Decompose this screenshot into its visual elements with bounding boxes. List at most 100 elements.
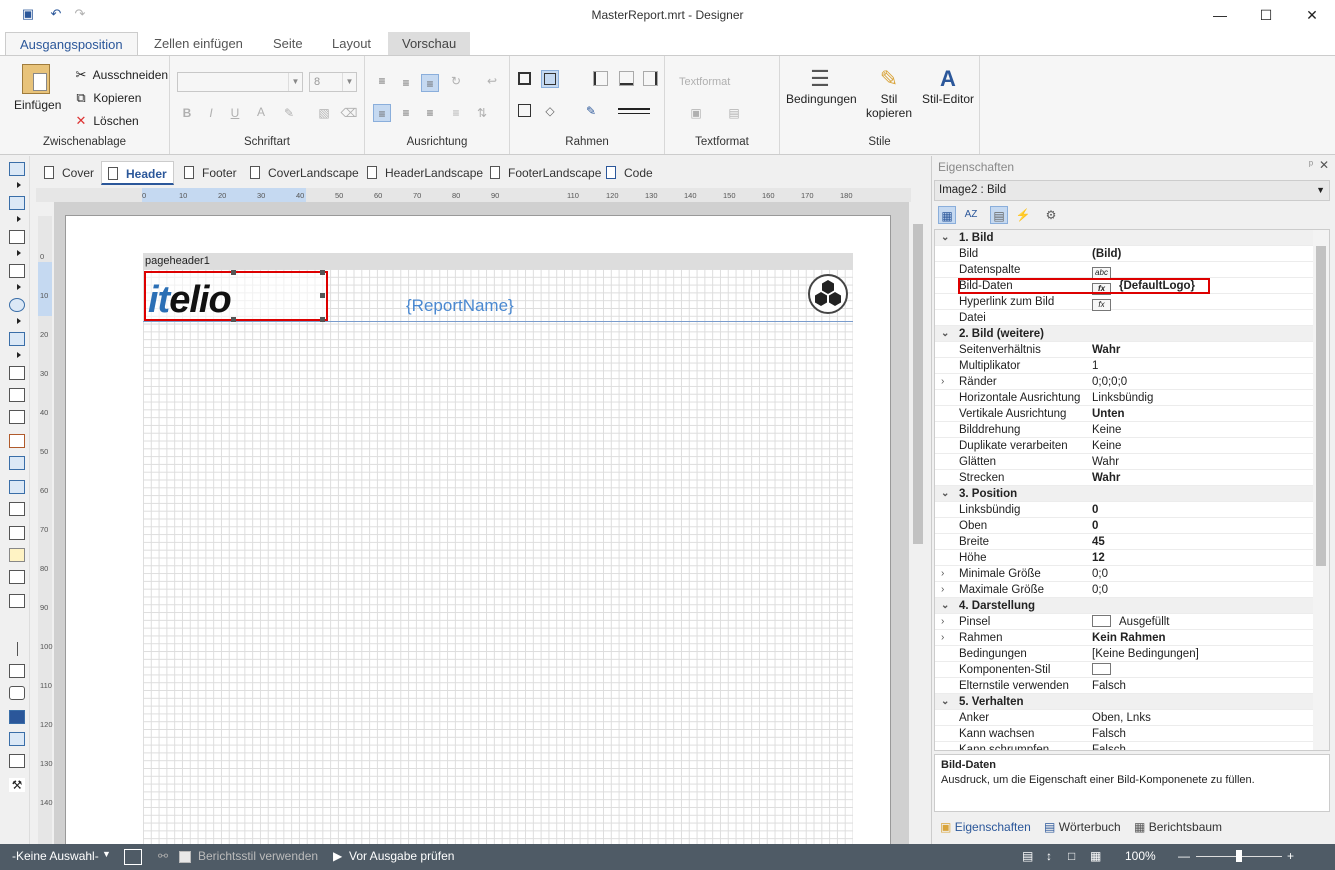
page-grid[interactable] (143, 269, 853, 844)
align-center-icon[interactable]: ≡ (397, 104, 415, 122)
tab-berichtsbaum[interactable]: ▦ Berichtsbaum (1134, 820, 1222, 834)
sysvar-tool-icon[interactable] (9, 434, 25, 448)
minimize-button[interactable]: — (1197, 0, 1243, 30)
form-tool-icon[interactable] (9, 526, 25, 540)
collapse-icon[interactable]: ⌄ (941, 326, 949, 342)
expand-icon[interactable]: › (941, 614, 944, 630)
property-value[interactable]: 0;0 (1092, 582, 1108, 598)
property-row[interactable]: Strecken Wahr (935, 470, 1313, 486)
expand-arrow-icon[interactable] (17, 318, 21, 324)
property-row[interactable]: Datei (935, 310, 1313, 326)
expand-icon[interactable]: › (941, 374, 944, 390)
underline-button[interactable]: U (226, 104, 244, 122)
property-row[interactable]: Kann wachsen Falsch (935, 726, 1313, 742)
copy-style-button[interactable]: ✎ Stil kopieren (862, 66, 916, 120)
expand-arrow-icon[interactable] (17, 352, 21, 358)
richtext-tool-icon[interactable] (9, 388, 25, 402)
style-editor-button[interactable]: A Stil-Editor (920, 66, 976, 106)
property-value[interactable]: Wahr (1092, 342, 1120, 358)
band-header[interactable]: pageheader1 (143, 253, 853, 269)
scroll-thumb[interactable] (1316, 246, 1326, 566)
align-bottom-icon[interactable]: ≡ (421, 74, 439, 92)
property-row[interactable]: Bild (Bild) (935, 246, 1313, 262)
property-row[interactable]: Elternstile verwenden Falsch (935, 678, 1313, 694)
tab-page-coverlandscape[interactable]: CoverLandscape (250, 161, 359, 185)
color-swatch-icon[interactable] (1092, 615, 1111, 627)
property-row[interactable]: › Pinsel Ausgefüllt (935, 614, 1313, 630)
barcode2-tool-icon[interactable] (9, 570, 25, 584)
property-row[interactable]: Horizontale Ausrichtung Linksbündig (935, 390, 1313, 406)
dropdown-icon[interactable]: ▼ (102, 849, 111, 859)
tab-zellen-einfuegen[interactable]: Zellen einfügen (140, 32, 257, 55)
property-category[interactable]: ⌄ 5. Verhalten (935, 694, 1313, 710)
canvas-scrollbar[interactable] (910, 202, 927, 844)
collapse-icon[interactable]: ⌄ (941, 598, 949, 614)
property-value[interactable]: 0;0 (1092, 566, 1108, 582)
align-left-icon[interactable]: ≡ (373, 104, 391, 122)
check-before-output[interactable]: Vor Ausgabe prüfen (349, 849, 454, 863)
zoom-100-icon[interactable]: ▦ (1090, 849, 1101, 863)
property-value[interactable]: Keine (1092, 438, 1121, 454)
tab-seite[interactable]: Seite (259, 32, 317, 55)
property-value[interactable]: Kein Rahmen (1092, 630, 1166, 646)
wrap-icon[interactable]: ↩ (483, 72, 501, 90)
property-category[interactable]: ⌄ 3. Position (935, 486, 1313, 502)
property-value[interactable]: Oben, Lnks (1092, 710, 1151, 726)
close-icon[interactable]: ✕ (1319, 158, 1329, 172)
property-row[interactable]: Anker Oben, Lnks (935, 710, 1313, 726)
categorized-icon[interactable]: ▦ (938, 206, 956, 224)
font-size-combo[interactable]: 8 ▼ (309, 72, 357, 92)
property-row[interactable]: Bedingungen [Keine Bedingungen] (935, 646, 1313, 662)
delete-button[interactable]: ✕ Löschen (72, 112, 139, 130)
property-category[interactable]: ⌄ 1. Bild (935, 230, 1313, 246)
property-row[interactable]: Kann schrumpfen Falsch (935, 742, 1313, 750)
image-component-logo[interactable]: itelio (144, 270, 328, 322)
property-value[interactable]: 12 (1092, 550, 1105, 566)
format2-icon[interactable]: ▤ (725, 104, 743, 122)
paste-button[interactable]: Einfügen (14, 64, 61, 112)
property-value[interactable]: [Keine Bedingungen] (1092, 646, 1199, 662)
property-category[interactable]: ⌄ 4. Darstellung (935, 598, 1313, 614)
zoom-slider-thumb[interactable] (1236, 850, 1242, 862)
align-middle-icon[interactable]: ≡ (397, 74, 415, 92)
border-color-icon[interactable]: ✎ (582, 102, 600, 120)
border-frame-icon[interactable] (518, 104, 531, 117)
sort-alpha-icon[interactable]: AZ (962, 206, 980, 224)
rounded-rect-tool-icon[interactable] (9, 686, 25, 700)
settings-icon[interactable]: ⚙ (1042, 206, 1060, 224)
line-tool-icon[interactable] (17, 642, 18, 656)
cut-button[interactable]: ✂ Ausschneiden (72, 66, 169, 84)
property-row[interactable]: Vertikale Ausrichtung Unten (935, 406, 1313, 422)
property-row[interactable]: › Maximale Größe 0;0 (935, 582, 1313, 598)
expand-arrow-icon[interactable] (17, 216, 21, 222)
eraser-icon[interactable]: ⌫ (340, 104, 358, 122)
cross-band-tool-icon[interactable] (9, 230, 25, 244)
property-value[interactable]: (Bild) (1092, 246, 1121, 262)
maximize-button[interactable]: ☐ (1243, 0, 1289, 30)
close-button[interactable]: ✕ (1289, 0, 1335, 30)
collapse-icon[interactable]: ⌄ (941, 230, 949, 246)
align-top-icon[interactable]: ≡ (373, 72, 391, 90)
copy-button[interactable]: ⧉ Kopieren (72, 89, 141, 107)
format-icon[interactable]: ▣ (687, 104, 705, 122)
barcode-tool-icon[interactable] (9, 264, 25, 278)
scroll-thumb[interactable] (913, 224, 923, 544)
expand-arrow-icon[interactable] (17, 250, 21, 256)
property-category[interactable]: ⌄ 2. Bild (weitere) (935, 326, 1313, 342)
tab-vorschau[interactable]: Vorschau (388, 32, 471, 55)
border-all-icon[interactable] (518, 72, 531, 85)
border-style-icon[interactable] (618, 108, 650, 114)
property-row[interactable]: Duplikate verarbeiten Keine (935, 438, 1313, 454)
collapse-icon[interactable]: ⌄ (941, 694, 949, 710)
property-value[interactable]: 1 (1092, 358, 1098, 374)
fill-color-icon[interactable]: ◇ (541, 102, 559, 120)
italic-button[interactable]: I (202, 104, 220, 122)
shape-tool-icon[interactable] (9, 298, 25, 312)
tab-page-header[interactable]: Header (101, 161, 174, 185)
property-value[interactable]: 45 (1092, 534, 1105, 550)
property-value[interactable]: 0;0;0;0 (1092, 374, 1127, 390)
property-row[interactable]: › Ränder 0;0;0;0 (935, 374, 1313, 390)
tab-eigenschaften[interactable]: ▣ Eigenschaften (940, 820, 1031, 834)
panel-tool-icon[interactable] (9, 594, 25, 608)
property-value[interactable]: 0 (1092, 518, 1098, 534)
